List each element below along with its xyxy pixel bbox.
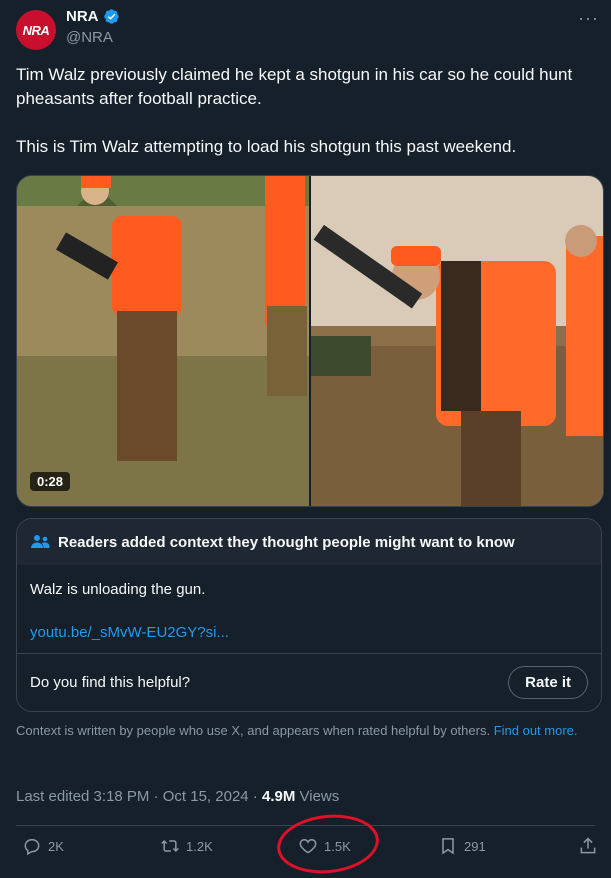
community-note-link[interactable]: youtu.be/_sMvW-EU2GY?si... — [30, 624, 588, 641]
more-options-icon[interactable]: ··· — [578, 8, 599, 29]
author-name-row: NRA — [66, 8, 120, 25]
video-frame-left: 0:28 — [17, 176, 309, 506]
views-label: Views — [295, 788, 340, 805]
community-note-title: Readers added context they thought peopl… — [58, 533, 515, 551]
community-note-header: Readers added context they thought peopl… — [17, 519, 601, 565]
bookmark-button[interactable]: 291 — [438, 836, 486, 856]
field-scene-right — [311, 176, 603, 506]
reply-count: 2K — [48, 838, 64, 854]
rate-it-button[interactable]: Rate it — [508, 666, 588, 699]
video-frame-right — [309, 176, 603, 506]
verified-badge-icon — [103, 9, 119, 24]
reply-button[interactable]: 2K — [22, 836, 64, 856]
video-duration: 0:28 — [30, 472, 71, 491]
reply-icon — [24, 839, 40, 856]
community-note-footer: Do you find this helpful? Rate it — [17, 653, 601, 711]
helpful-question: Do you find this helpful? — [30, 674, 191, 691]
share-icon — [580, 837, 596, 854]
tweet-text: Tim Walz previously claimed he kept a sh… — [16, 65, 573, 156]
bookmark-icon — [442, 838, 454, 855]
repost-button[interactable]: 1.2K — [160, 836, 213, 856]
author-handle[interactable]: @NRA — [66, 29, 113, 46]
context-disclaimer: Context is written by people who use X, … — [16, 722, 596, 739]
views-count: 4.9M — [261, 788, 296, 805]
find-out-more-link[interactable]: Find out more. — [494, 723, 578, 738]
community-note: Readers added context they thought peopl… — [16, 518, 602, 712]
people-icon — [31, 535, 50, 548]
annotation-circle — [274, 809, 382, 878]
tweet-meta: Last edited 3:18 PM · Oct 15, 2024 · 4.9… — [16, 788, 339, 805]
community-note-text: Walz is unloading the gun. — [30, 581, 206, 598]
field-scene-left — [17, 176, 309, 506]
repost-icon — [161, 839, 179, 853]
context-text: Context is written by people who use X, … — [16, 723, 491, 738]
repost-count: 1.2K — [186, 838, 213, 854]
avatar[interactable]: NRA — [16, 10, 56, 50]
display-name[interactable]: NRA — [66, 8, 99, 25]
edited-timestamp[interactable]: Last edited 3:18 PM · Oct 15, 2024 · — [16, 788, 262, 805]
video-media[interactable]: 0:28 — [16, 175, 604, 507]
bookmark-count: 291 — [464, 838, 486, 854]
share-button[interactable] — [578, 836, 598, 856]
